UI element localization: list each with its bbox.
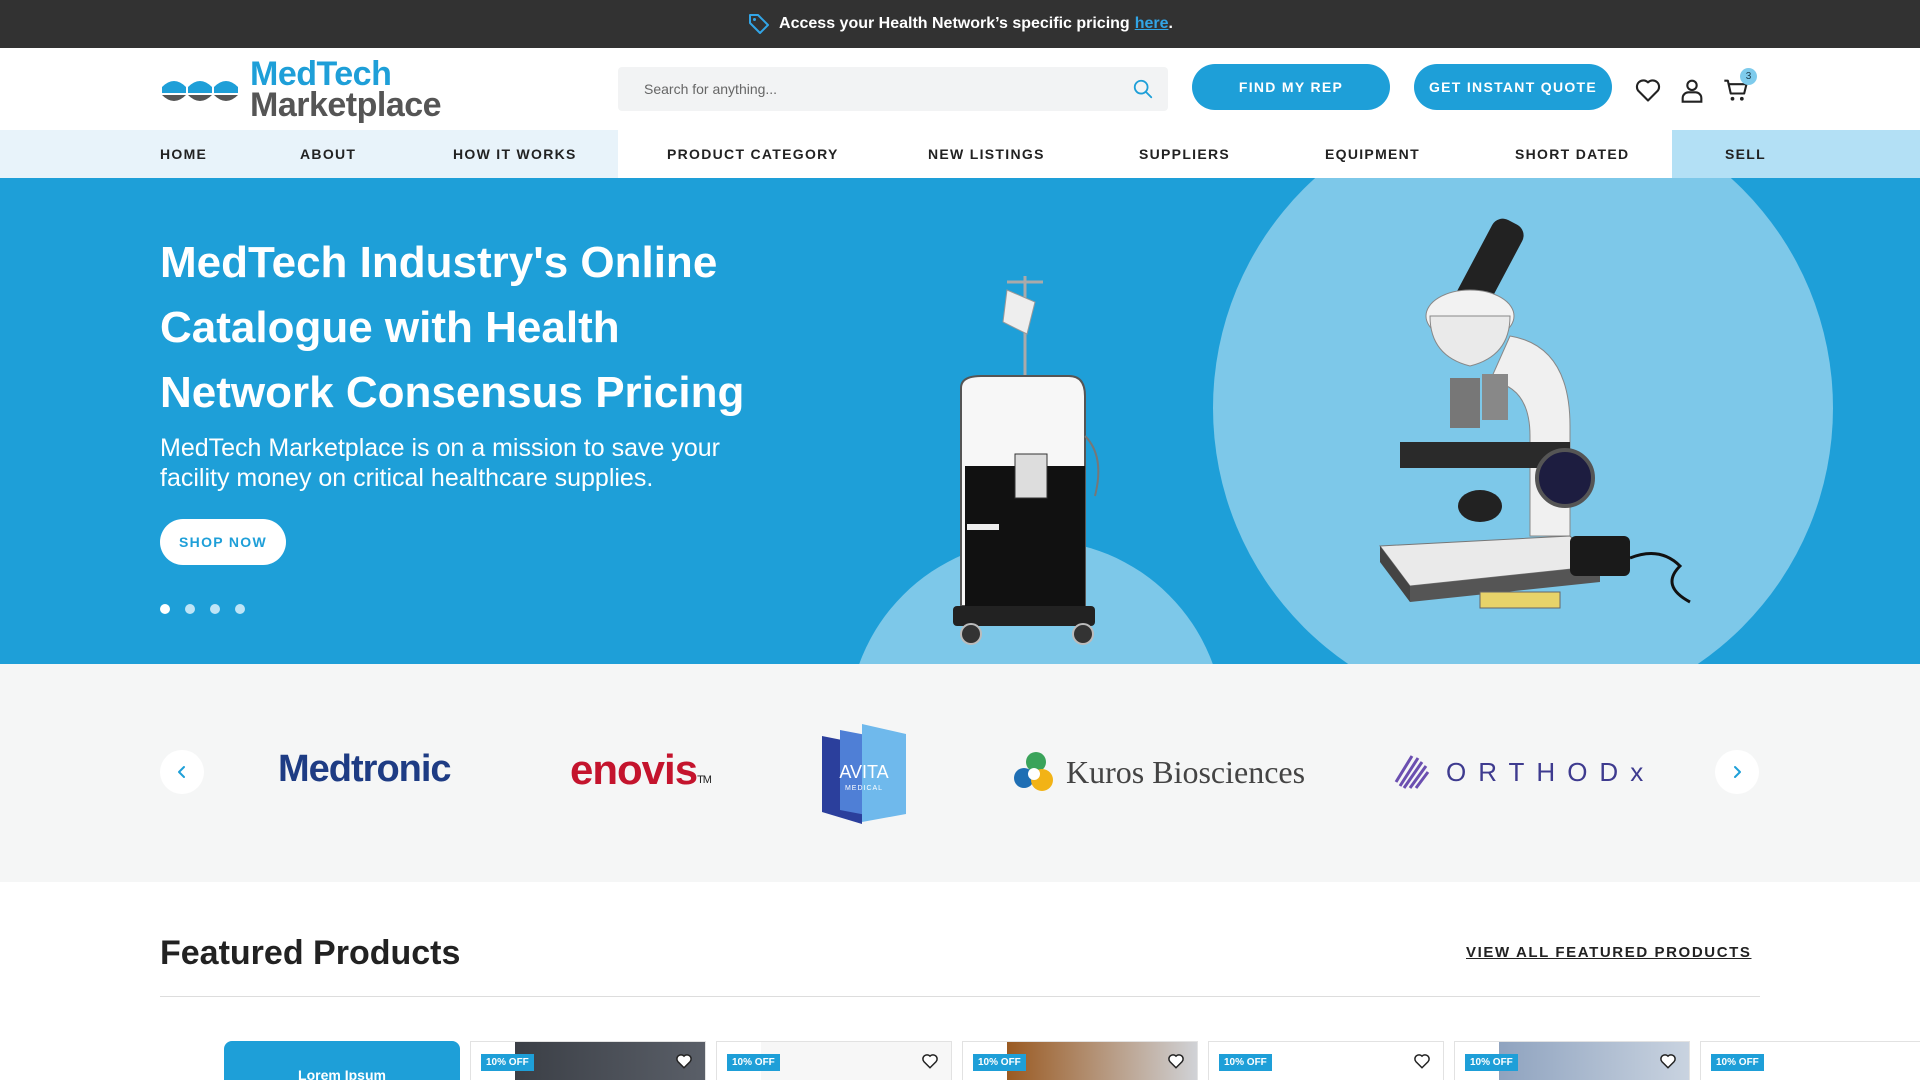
nav-segment-sell <box>1672 130 1920 178</box>
product-card[interactable]: 10% OFF <box>962 1041 1198 1080</box>
cart-count-badge: 3 <box>1740 68 1757 85</box>
brand-carousel: Medtronic enovis TM AVITA MEDICAL Kuros … <box>0 664 1920 882</box>
nav-item-sell[interactable]: SELL <box>1725 130 1766 178</box>
brand-logo-enovis[interactable]: enovis TM <box>570 746 712 794</box>
microscope-image <box>1379 218 1691 609</box>
nav-item-suppliers[interactable]: SUPPLIERS <box>1139 130 1230 178</box>
brand-logo-avita[interactable]: AVITA MEDICAL <box>822 724 906 824</box>
nav-item-product-category[interactable]: PRODUCT CATEGORY <box>667 130 839 178</box>
carousel-dot[interactable] <box>235 604 245 614</box>
brand-avita-medical: MEDICAL <box>845 785 883 792</box>
discount-badge: 10% OFF <box>727 1054 780 1071</box>
brand-name-orthodx: ORTHODx <box>1446 756 1656 787</box>
logo-mark-icon <box>162 81 238 101</box>
site-header: MedTech Marketplace FIND MY REP GET INST… <box>0 48 1920 130</box>
brand-logo-orthodx[interactable]: ORTHODx <box>1392 752 1655 792</box>
heart-icon[interactable] <box>921 1052 939 1070</box>
heart-icon[interactable] <box>1413 1052 1431 1070</box>
discount-badge: 10% OFF <box>1711 1054 1764 1071</box>
brand-next-button[interactable] <box>1715 750 1759 794</box>
product-card[interactable]: 10% OFF <box>1700 1041 1920 1080</box>
nav-item-equipment[interactable]: EQUIPMENT <box>1325 130 1420 178</box>
discount-badge: 10% OFF <box>1465 1054 1518 1071</box>
product-card[interactable]: 10% OFF <box>1454 1041 1690 1080</box>
carousel-dot[interactable] <box>160 604 170 614</box>
product-card[interactable]: 10% OFF <box>470 1041 706 1080</box>
discount-badge: 10% OFF <box>973 1054 1026 1071</box>
search-bar <box>618 67 1168 111</box>
hero-banner: MedTech Industry's Online Catalogue with… <box>0 178 1920 664</box>
promo-bar: Access your Health Network’s specific pr… <box>0 0 1920 48</box>
tag-icon <box>749 14 770 34</box>
carousel-dot[interactable] <box>210 604 220 614</box>
search-input[interactable] <box>644 81 1132 97</box>
kuros-mark-icon <box>1014 752 1053 791</box>
logo-text-marketplace: Marketplace <box>250 86 442 124</box>
heart-icon[interactable] <box>675 1052 693 1070</box>
nav-item-how-it-works[interactable]: HOW IT WORKS <box>453 130 577 178</box>
find-my-rep-button[interactable]: FIND MY REP <box>1192 64 1390 110</box>
user-icon[interactable] <box>1678 76 1706 104</box>
chevron-left-icon <box>178 766 185 778</box>
section-divider <box>160 996 1760 997</box>
brand-logo-medtronic[interactable]: Medtronic <box>278 748 452 791</box>
discount-badge: 10% OFF <box>1219 1054 1272 1071</box>
main-nav: HOME ABOUT HOW IT WORKS PRODUCT CATEGORY… <box>0 130 1920 178</box>
site-logo[interactable]: MedTech Marketplace <box>160 56 460 124</box>
orthodx-mark-icon <box>1394 755 1430 789</box>
heart-icon[interactable] <box>1659 1052 1677 1070</box>
brand-enovis-tm: TM <box>697 774 712 786</box>
pricing-link[interactable]: here <box>1135 15 1169 33</box>
shop-now-button[interactable]: SHOP NOW <box>160 519 286 565</box>
brand-prev-button[interactable] <box>160 750 204 794</box>
heart-icon[interactable] <box>1167 1052 1185 1070</box>
brand-name-kuros: Kuros Biosciences <box>1066 753 1306 790</box>
view-all-featured-link[interactable]: VIEW ALL FEATURED PRODUCTS <box>1466 944 1752 961</box>
search-icon[interactable] <box>1132 78 1154 100</box>
carousel-dot[interactable] <box>185 604 195 614</box>
featured-products-title: Featured Products <box>160 934 461 972</box>
medical-cart-image <box>953 276 1100 645</box>
product-image <box>1745 1042 1920 1080</box>
chevron-right-icon <box>1734 766 1741 778</box>
discount-badge: 10% OFF <box>481 1054 534 1071</box>
promo-text: Access your Health Network’s specific pr… <box>779 15 1130 32</box>
hero-title: MedTech Industry's Online Catalogue with… <box>160 238 745 417</box>
brand-logo-kuros[interactable]: Kuros Biosciences <box>1010 748 1305 796</box>
nav-item-home[interactable]: HOME <box>160 130 207 178</box>
product-card[interactable]: 10% OFF <box>716 1041 952 1080</box>
get-instant-quote-button[interactable]: GET INSTANT QUOTE <box>1414 64 1612 110</box>
heart-icon[interactable] <box>1634 76 1662 104</box>
product-card[interactable]: 10% OFF <box>1208 1041 1444 1080</box>
hero-subtitle: MedTech Marketplace is on a mission to s… <box>160 434 720 492</box>
brand-name-avita: AVITA <box>839 762 888 782</box>
brand-name-medtronic: Medtronic <box>278 748 452 790</box>
carousel-dots <box>160 604 245 614</box>
brand-name-enovis: enovis <box>570 746 698 793</box>
nav-item-new-listings[interactable]: NEW LISTINGS <box>928 130 1045 178</box>
promo-trailing: . <box>1168 15 1173 32</box>
featured-promo-card[interactable]: Lorem Ipsum <box>224 1041 460 1080</box>
nav-item-short-dated[interactable]: SHORT DATED <box>1515 130 1629 178</box>
nav-item-about[interactable]: ABOUT <box>300 130 356 178</box>
